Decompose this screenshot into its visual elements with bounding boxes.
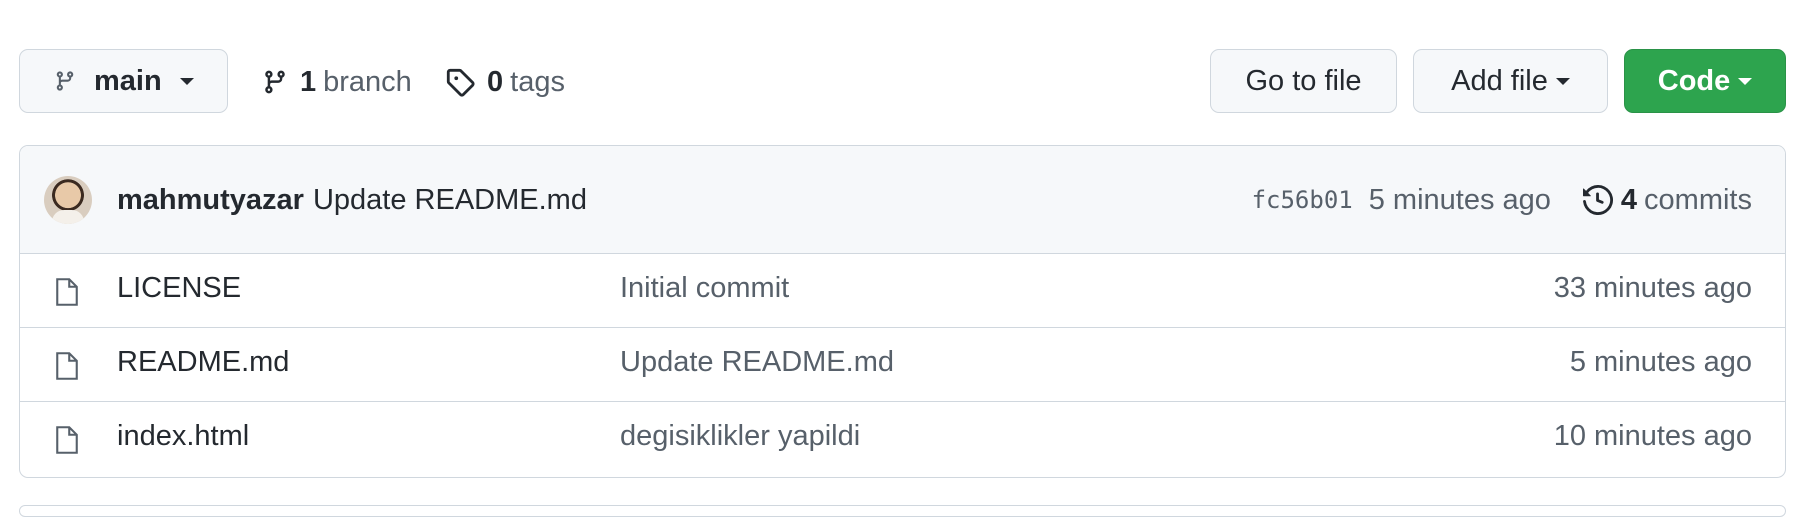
latest-commit-message: mahmutyazar Update README.md <box>117 178 587 222</box>
commits-label: commits <box>1644 183 1752 216</box>
branch-count: 1 <box>300 65 317 98</box>
code-button[interactable]: Code <box>1624 49 1786 113</box>
branches-link[interactable]: 1 branch <box>262 62 412 102</box>
chevron-down-icon <box>1738 77 1753 85</box>
commit-details: fc56b01 5 minutes ago 4 commits <box>1252 178 1752 222</box>
commit-author[interactable]: mahmutyazar <box>117 184 304 217</box>
file-icon <box>56 352 78 380</box>
branch-select-button[interactable]: main <box>19 49 228 113</box>
history-icon <box>1582 185 1613 215</box>
commit-sha[interactable]: fc56b01 <box>1252 186 1353 214</box>
latest-commit-bar: mahmutyazar Update README.md fc56b01 5 m… <box>20 146 1785 254</box>
branch-label: branch <box>323 65 412 98</box>
tag-label: tags <box>510 65 565 98</box>
readme-box-edge <box>19 505 1786 517</box>
branch-name: main <box>94 64 162 97</box>
file-name[interactable]: index.html <box>117 420 249 453</box>
file-commit-message[interactable]: degisiklikler yapildi <box>620 420 860 453</box>
git-branch-icon <box>265 70 285 94</box>
go-to-file-button[interactable]: Go to file <box>1210 49 1397 113</box>
chevron-down-icon <box>179 77 194 85</box>
add-file-button[interactable]: Add file <box>1413 49 1608 113</box>
file-commit-message[interactable]: Initial commit <box>620 272 789 305</box>
file-age: 5 minutes ago <box>1569 346 1752 378</box>
file-age: 33 minutes ago <box>1553 272 1752 304</box>
file-icon <box>56 426 78 454</box>
avatar[interactable] <box>44 176 92 224</box>
file-name[interactable]: LICENSE <box>117 272 241 305</box>
file-row[interactable]: README.md Update README.md 5 minutes ago <box>20 328 1785 402</box>
file-icon <box>56 278 78 306</box>
add-file-label: Add file <box>1451 64 1548 97</box>
code-label: Code <box>1657 64 1731 97</box>
file-row[interactable]: index.html degisiklikler yapildi 10 minu… <box>20 402 1785 475</box>
commit-message[interactable]: Update README.md <box>313 184 587 217</box>
commits-count: 4 <box>1620 183 1638 216</box>
file-browser: mahmutyazar Update README.md fc56b01 5 m… <box>19 145 1786 478</box>
chevron-down-icon <box>1555 77 1570 85</box>
file-row[interactable]: LICENSE Initial commit 33 minutes ago <box>20 254 1785 328</box>
tag-count: 0 <box>487 65 504 98</box>
commits-history-link[interactable]: 4 commits <box>1582 183 1752 217</box>
file-age: 10 minutes ago <box>1553 420 1752 452</box>
commit-time: 5 minutes ago <box>1368 183 1551 216</box>
git-branch-icon <box>56 71 74 91</box>
tags-link[interactable]: 0 tags <box>445 62 565 102</box>
repo-toolbar: main 1 branch 0 tags Go to file Add file… <box>0 0 1806 130</box>
file-commit-message[interactable]: Update README.md <box>620 346 894 379</box>
file-name[interactable]: README.md <box>117 346 289 379</box>
go-to-file-label: Go to file <box>1245 64 1362 97</box>
tag-icon <box>446 68 475 97</box>
